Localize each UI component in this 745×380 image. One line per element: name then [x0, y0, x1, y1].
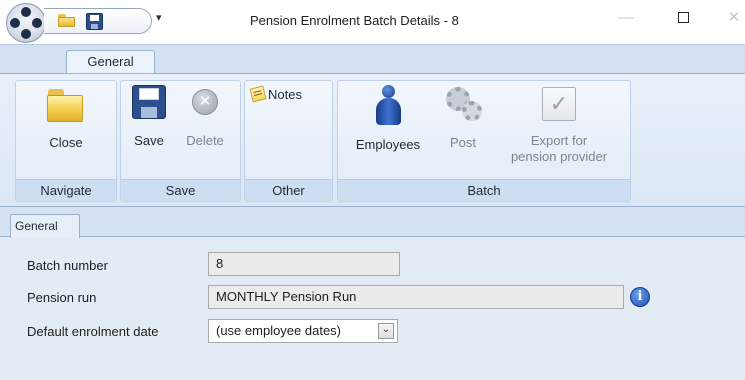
- group-label-save: Save: [121, 179, 240, 201]
- window-title: Pension Enrolment Batch Details - 8: [250, 13, 459, 28]
- maximize-button[interactable]: [668, 6, 698, 30]
- folder-icon: [46, 87, 86, 123]
- group-label-other: Other: [245, 179, 332, 201]
- app-logo-dot: [10, 18, 20, 28]
- batch-number-label: Batch number: [27, 258, 108, 273]
- title-bar: ▾ Pension Enrolment Batch Details - 8 — …: [0, 0, 745, 44]
- ribbon-group-save: Save ✕ Delete Save: [120, 80, 241, 202]
- post-button-label: Post: [449, 135, 476, 150]
- default-enrolment-date-label: Default enrolment date: [27, 324, 159, 339]
- content-tab-strip: General: [0, 207, 745, 238]
- save-button-label: Save: [134, 133, 164, 148]
- save-button[interactable]: Save: [127, 85, 171, 149]
- application-menu-button[interactable]: [6, 3, 46, 43]
- export-button-label-line2: pension provider: [510, 149, 608, 164]
- close-window-button[interactable]: ✕: [719, 6, 745, 30]
- details-panel: General Batch number 8 Pension run MONTH…: [0, 207, 745, 380]
- delete-icon: ✕: [192, 89, 218, 115]
- ribbon-tab-bar: General: [0, 44, 745, 76]
- notes-button-label: Notes: [268, 87, 302, 102]
- close-button[interactable]: Close: [26, 87, 106, 151]
- pension-run-field[interactable]: MONTHLY Pension Run: [208, 285, 624, 309]
- app-logo-dot: [21, 29, 31, 39]
- app-logo-dot: [32, 18, 42, 28]
- employees-button-label: Employees: [355, 137, 421, 152]
- quick-access-toolbar: [44, 8, 152, 34]
- ribbon-group-batch: Employees Post ✓ Export for pension prov…: [337, 80, 631, 202]
- close-button-label: Close: [49, 135, 83, 150]
- post-button[interactable]: Post: [434, 85, 492, 151]
- qat-open-folder-icon[interactable]: [58, 14, 75, 27]
- notes-button[interactable]: Notes: [249, 85, 327, 103]
- info-icon[interactable]: i: [630, 287, 650, 307]
- export-for-pension-provider-button[interactable]: ✓ Export for pension provider: [494, 85, 624, 165]
- notes-icon: [249, 85, 267, 103]
- ribbon-group-navigate: Close Navigate: [15, 80, 117, 202]
- group-label-batch: Batch: [338, 179, 630, 201]
- export-check-icon: ✓: [542, 87, 576, 121]
- export-button-label-line1: Export for: [530, 133, 588, 148]
- default-enrolment-date-value: (use employee dates): [216, 323, 342, 338]
- default-enrolment-date-select[interactable]: (use employee dates) ⌄: [208, 319, 398, 343]
- batch-number-field[interactable]: 8: [208, 252, 400, 276]
- save-disk-icon: [132, 85, 166, 119]
- chevron-down-icon[interactable]: ⌄: [378, 323, 394, 339]
- employees-button[interactable]: Employees: [348, 85, 428, 153]
- ribbon-group-other: Notes Other: [244, 80, 333, 202]
- qat-save-icon[interactable]: [86, 13, 103, 30]
- person-icon: [374, 85, 402, 125]
- qat-customize-dropdown[interactable]: ▾: [156, 11, 162, 24]
- ribbon: Close Navigate Save ✕ Delete Save Notes …: [0, 73, 745, 207]
- pension-run-label: Pension run: [27, 290, 97, 305]
- tab-general[interactable]: General: [10, 214, 80, 238]
- minimize-button[interactable]: —: [611, 6, 641, 30]
- app-logo-icon: [21, 7, 31, 17]
- delete-button[interactable]: ✕ Delete: [177, 85, 233, 149]
- delete-button-label: Delete: [186, 133, 224, 148]
- maximize-icon: [677, 12, 689, 23]
- gears-icon: [444, 85, 482, 123]
- group-label-navigate: Navigate: [16, 179, 116, 201]
